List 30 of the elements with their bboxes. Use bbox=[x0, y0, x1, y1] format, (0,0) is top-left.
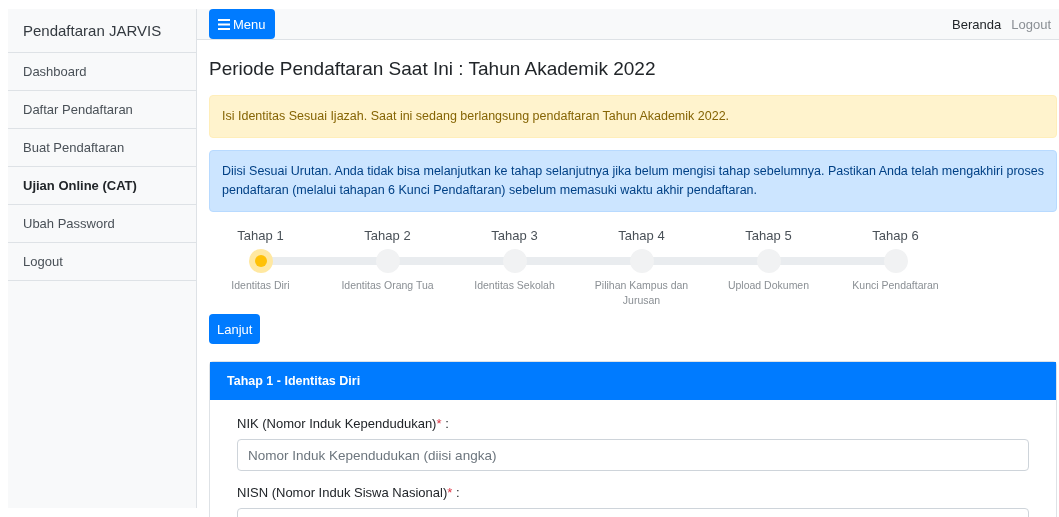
sidebar-item[interactable]: Dashboard bbox=[8, 53, 196, 91]
card-header: Tahap 1 - Identitas Diri bbox=[210, 362, 1056, 400]
step-title: Tahap 2 bbox=[364, 228, 411, 245]
step-title: Tahap 6 bbox=[872, 228, 919, 245]
sidebar-item[interactable]: Buat Pendaftaran bbox=[8, 129, 196, 167]
step-title: Tahap 3 bbox=[491, 228, 538, 245]
step-title: Tahap 1 bbox=[237, 228, 284, 245]
sidebar-item[interactable]: Ubah Password bbox=[8, 205, 196, 243]
step-caption: Identitas Orang Tua bbox=[340, 278, 435, 293]
nav-link[interactable]: Beranda bbox=[952, 16, 1002, 32]
menu-button[interactable]: Menu bbox=[209, 9, 275, 39]
step-title: Tahap 5 bbox=[745, 228, 792, 245]
step-caption: Identitas Sekolah bbox=[473, 278, 556, 293]
sidebar-title: Pendaftaran JARVIS bbox=[8, 9, 196, 53]
field-label: NIK (Nomor Induk Kependudukan)* : bbox=[237, 416, 450, 431]
step-title: Tahap 4 bbox=[618, 228, 665, 245]
menu-icon bbox=[218, 18, 230, 30]
sidebar-item[interactable]: Daftar Pendaftaran bbox=[8, 91, 196, 129]
step-caption: Kunci Pendaftaran bbox=[851, 278, 940, 293]
step-caption: Upload Dokumen bbox=[726, 278, 811, 293]
next-button[interactable]: Lanjut bbox=[209, 314, 261, 344]
input-field[interactable]: Nomor Induk Kependudukan (diisi angka) bbox=[237, 439, 1029, 471]
alert-message: Isi Identitas Sesuai Ijazah. Saat ini sedang berlangsung pendaftaran Tahun Akademik 2022. bbox=[209, 95, 1057, 138]
step-caption: Pilihan Kampus dan Jurusan bbox=[593, 278, 690, 308]
sidebar-item[interactable]: Ujian Online (CAT) bbox=[8, 167, 196, 205]
alert-message: Diisi Sesuai Urutan. Anda tidak bisa melanjutkan ke tahap selanjutnya jika belum mengisi tahap sebelumnya. Pastikan Anda telah mengakhiri proses pendaftaran (melalui tahapan 6 Kunci Pendaftaran) sebelum memasuki waktu akhir pendaftaran. bbox=[209, 150, 1057, 212]
sidebar-item[interactable]: Logout bbox=[8, 243, 196, 281]
field-label: NISN (Nomor Induk Siswa Nasional)* : bbox=[237, 485, 461, 500]
step-caption: Identitas Diri bbox=[230, 278, 291, 293]
page-heading: Periode Pendaftaran Saat Ini : Tahun Akademik 2022 bbox=[209, 58, 657, 80]
